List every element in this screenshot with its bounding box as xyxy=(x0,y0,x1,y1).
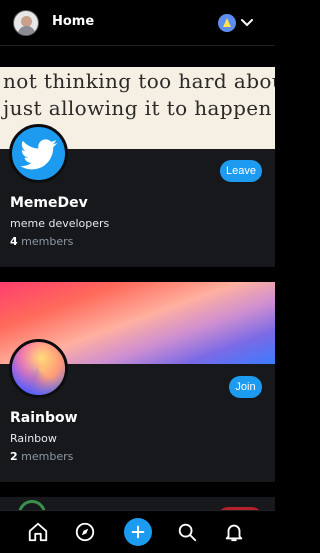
feed-switch-icon xyxy=(218,14,236,32)
member-count: 4 members xyxy=(10,235,73,248)
community-avatar[interactable] xyxy=(9,124,68,183)
bell-icon xyxy=(225,524,243,542)
avatar-body xyxy=(18,26,35,35)
nav-search-button[interactable] xyxy=(174,519,200,545)
community-name[interactable]: Rainbow xyxy=(10,410,78,426)
member-count-label: members xyxy=(21,235,74,248)
nav-create-button[interactable] xyxy=(124,518,152,546)
compass-icon xyxy=(75,522,95,542)
community-name[interactable]: MemeDev xyxy=(10,195,88,211)
search-icon xyxy=(178,523,197,542)
nav-notifications-button[interactable] xyxy=(221,519,247,545)
community-card[interactable]: Join Rainbow Rainbow 2 members xyxy=(0,282,275,482)
page-title: Home xyxy=(52,14,95,29)
banner-text-line: not thinking too hard about xyxy=(3,69,275,93)
member-count-value: 2 xyxy=(10,450,18,463)
user-avatar[interactable] xyxy=(13,10,39,36)
feed-switch-button[interactable] xyxy=(218,12,254,34)
member-count-value: 4 xyxy=(10,235,18,248)
join-button[interactable]: Join xyxy=(229,376,262,398)
leave-button[interactable]: Leave xyxy=(220,160,262,182)
banner-text-line: just allowing it to happen as xyxy=(3,96,275,120)
plus-icon xyxy=(131,525,145,539)
member-count: 2 members xyxy=(10,450,73,463)
nav-explore-button[interactable] xyxy=(72,519,98,545)
bottom-nav xyxy=(0,510,275,553)
community-description: Rainbow xyxy=(10,432,57,445)
nav-home-button[interactable] xyxy=(25,519,51,545)
home-icon xyxy=(28,522,48,542)
community-card[interactable]: not thinking too hard about just allowin… xyxy=(0,67,275,267)
twitter-bird-icon xyxy=(20,139,57,170)
rainbow-gradient-avatar[interactable] xyxy=(9,339,68,398)
community-description: meme developers xyxy=(10,217,110,230)
top-bar: Home xyxy=(0,0,275,46)
member-count-label: members xyxy=(21,450,74,463)
chevron-down-icon xyxy=(241,19,253,27)
